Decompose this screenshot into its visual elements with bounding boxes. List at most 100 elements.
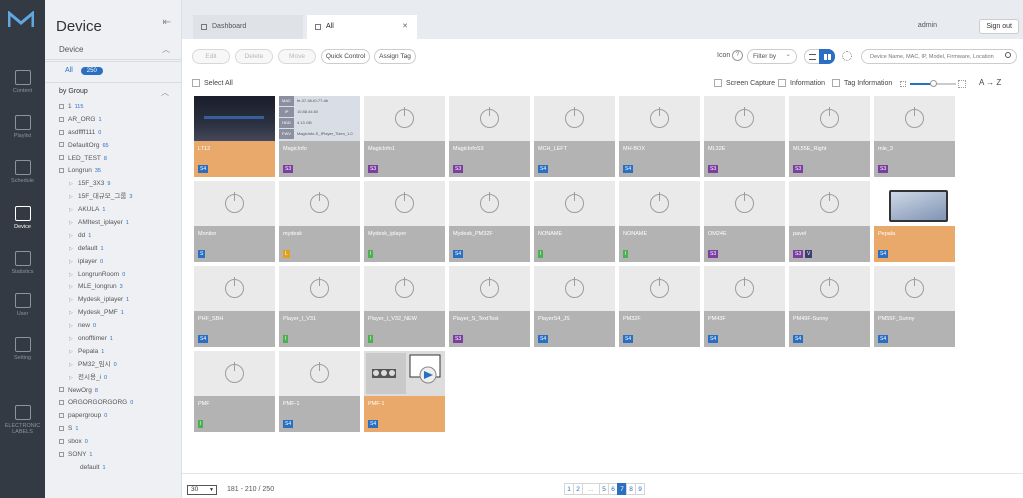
help-icon[interactable]: ? (732, 50, 743, 61)
nav-item-setting[interactable]: Setting (0, 337, 45, 361)
checkbox-box[interactable] (714, 79, 722, 87)
device-card[interactable]: MCH_LEFT S4 (534, 96, 615, 177)
nav-item-electronic-labels[interactable]: ELECTRONIC LABELS (0, 405, 45, 435)
device-card[interactable]: PM43F S4 (704, 266, 785, 347)
device-info-panel[interactable]: PMF-1 S4 (279, 396, 360, 432)
device-info-panel[interactable]: OM24E S3 (704, 226, 785, 262)
expand-icon[interactable] (59, 103, 64, 109)
expand-icon[interactable] (59, 155, 64, 161)
device-card[interactable]: Monitor S (194, 181, 275, 262)
device-thumbnail[interactable] (534, 181, 615, 226)
chevron-right-icon[interactable]: ▷ (69, 320, 76, 333)
edit-button[interactable]: Edit (192, 49, 230, 64)
device-info-panel[interactable]: ML55E_Right S3 (789, 141, 870, 177)
delete-button[interactable]: Delete (235, 49, 273, 64)
select-all-checkbox[interactable]: Select All (192, 79, 233, 87)
device-card[interactable]: PM49F-Sunny S4 (789, 266, 870, 347)
checkbox-box[interactable] (832, 79, 840, 87)
thumbnail-size-slider[interactable] (900, 80, 966, 88)
group-item[interactable]: ▷ Mydesk_iplayer 1 (59, 294, 181, 307)
device-info-panel[interactable]: PM43F S4 (704, 311, 785, 347)
chevron-right-icon[interactable]: ▷ (69, 256, 76, 269)
page-size-select[interactable]: 30 (187, 485, 217, 495)
device-info-panel[interactable]: MH-BOX S4 (619, 141, 700, 177)
assign-tag-button[interactable]: Assign Tag (374, 49, 416, 64)
device-thumbnail[interactable] (194, 351, 275, 396)
device-thumbnail[interactable] (194, 96, 275, 141)
expand-icon[interactable] (59, 438, 64, 444)
device-info-panel[interactable]: pavel S3 V (789, 226, 870, 262)
group-item[interactable]: sbox 0 (59, 436, 181, 449)
chevron-right-icon[interactable]: ▷ (69, 359, 76, 372)
device-thumbnail[interactable] (874, 266, 955, 311)
device-card[interactable]: LT12 S4 (194, 96, 275, 177)
group-item[interactable]: S1 (59, 423, 181, 436)
tab-dashboard[interactable]: Dashboard (193, 15, 303, 39)
chevron-right-icon[interactable]: ▷ (69, 191, 76, 204)
chevron-right-icon[interactable]: ▷ (69, 178, 76, 191)
chevron-up-icon[interactable]: ︿ (162, 44, 170, 55)
by-group-header[interactable]: by Group (59, 88, 88, 95)
device-card[interactable]: MAC fe-37-46-f0-77-db IP 10.88.44.60 HDD 4.13… (279, 96, 360, 177)
group-item[interactable]: 1 115 (59, 101, 181, 114)
device-card[interactable]: PlayerS4_JS S4 (534, 266, 615, 347)
chevron-right-icon[interactable]: ▷ (69, 230, 76, 243)
device-info-panel[interactable]: PHF_SBH S4 (194, 311, 275, 347)
nav-item-content[interactable]: Content (0, 70, 45, 94)
device-thumbnail[interactable] (534, 96, 615, 141)
expand-icon[interactable] (59, 387, 64, 393)
device-thumbnail[interactable] (619, 181, 700, 226)
device-info-panel[interactable]: NONAME I (534, 226, 615, 262)
device-section[interactable]: Device ︿ (45, 39, 181, 60)
group-item[interactable]: default 1 (59, 462, 181, 475)
slider-handle[interactable] (930, 80, 937, 87)
nav-item-statistics[interactable]: Statistics (0, 251, 45, 275)
expand-icon[interactable] (59, 426, 64, 432)
device-card[interactable]: PMF-1 S4 (364, 351, 445, 432)
device-card[interactable]: mle_3 S3 (874, 96, 955, 177)
expand-icon[interactable] (59, 116, 64, 122)
device-card[interactable]: ML55E_Right S3 (789, 96, 870, 177)
device-info-panel[interactable]: PlayerS4_JS S4 (534, 311, 615, 347)
tab-all[interactable]: All ✕ (307, 15, 417, 39)
device-thumbnail[interactable] (874, 181, 955, 226)
chevron-up-icon[interactable]: ︿ (161, 87, 169, 98)
device-info-panel[interactable]: Pepala S4 (874, 226, 955, 262)
nav-item-playlist[interactable]: Playlist (0, 115, 45, 139)
device-card[interactable]: Player_I_V31 I (279, 266, 360, 347)
move-button[interactable]: Move (278, 49, 316, 64)
group-item[interactable]: AR_ORG 1 (59, 114, 181, 127)
close-tab-icon[interactable]: ✕ (402, 15, 408, 39)
device-thumbnail[interactable] (704, 96, 785, 141)
group-item[interactable]: ▷ AKULA 1 (59, 204, 181, 217)
chevron-right-icon[interactable]: ▷ (69, 372, 76, 385)
chevron-right-icon[interactable]: ▷ (69, 281, 76, 294)
device-card[interactable]: pavel S3 V (789, 181, 870, 262)
device-card[interactable]: PMF-1 S4 (279, 351, 360, 432)
device-card[interactable]: PM55F_Sunny S4 (874, 266, 955, 347)
group-item[interactable]: ▷ MLE_longrun 3 (59, 281, 181, 294)
device-thumbnail[interactable] (789, 96, 870, 141)
device-info-panel[interactable]: PM32F S4 (619, 311, 700, 347)
chevron-right-icon[interactable]: ▷ (69, 243, 76, 256)
device-thumbnail[interactable] (279, 181, 360, 226)
group-item[interactable]: ▷ iplayer 0 (59, 256, 181, 269)
device-thumbnail[interactable] (279, 266, 360, 311)
device-thumbnail[interactable] (364, 351, 445, 396)
device-thumbnail[interactable] (194, 181, 275, 226)
tag-information-checkbox[interactable]: Tag Information (832, 79, 892, 87)
settings-gear-icon[interactable] (842, 51, 852, 61)
group-item[interactable]: ▷ new 0 (59, 320, 181, 333)
device-info-panel[interactable]: Player_I_V32_NEW I (364, 311, 445, 347)
expand-icon[interactable] (59, 168, 64, 174)
device-info-panel[interactable]: Player_I_V31 I (279, 311, 360, 347)
sign-out-button[interactable]: Sign out (979, 19, 1019, 34)
group-item[interactable]: ▷ LongrunRoom 0 (59, 269, 181, 282)
device-card[interactable]: NONAME I (534, 181, 615, 262)
device-info-panel[interactable]: mle_3 S3 (874, 141, 955, 177)
grid-view-button[interactable] (819, 49, 835, 64)
group-item[interactable]: ▷ Mydesk_PMF 1 (59, 307, 181, 320)
device-thumbnail[interactable] (449, 181, 530, 226)
device-thumbnail[interactable]: MAC fe-37-46-f0-77-db IP 10.88.44.60 HDD 4.13… (279, 96, 360, 141)
screen-capture-checkbox[interactable]: Screen Capture (714, 79, 775, 87)
